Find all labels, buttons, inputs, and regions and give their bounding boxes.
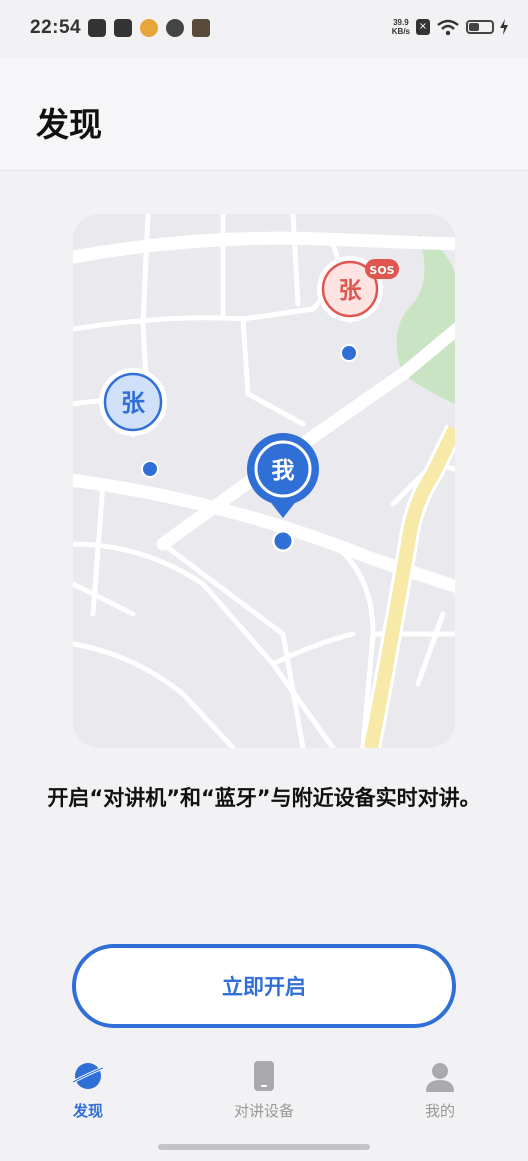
- location-dot: [342, 346, 356, 360]
- page-title: 发现: [36, 105, 102, 144]
- tab-me-label: 我的: [424, 1102, 455, 1120]
- weibo-app-icon: [140, 19, 158, 37]
- cat-app-icon: [166, 19, 184, 37]
- status-time: 22:54: [30, 17, 82, 38]
- self-marker-label: 我: [272, 458, 295, 484]
- enable-now-button[interactable]: 立即开启: [72, 944, 456, 1028]
- battery-icon: [466, 20, 494, 34]
- photo-app-icon: [192, 19, 210, 37]
- bottom-tab-bar: 发现 对讲设备 我的: [0, 1050, 528, 1140]
- tab-devices[interactable]: 对讲设备: [204, 1058, 324, 1121]
- notification-icons: [88, 19, 210, 37]
- mail-app-icon: [114, 19, 132, 37]
- page-header: 发现: [0, 58, 528, 171]
- network-speed-value: 39.9: [393, 18, 409, 27]
- map-svg: 张 张 SOS 我: [73, 214, 455, 748]
- planet-icon: [72, 1063, 104, 1089]
- tv-app-icon: [88, 19, 106, 37]
- location-dot: [143, 462, 157, 476]
- charging-icon: [500, 19, 508, 35]
- tab-me[interactable]: 我的: [380, 1058, 500, 1121]
- contact-marker-label: 张: [121, 389, 146, 417]
- sos-contact-marker-label: 张: [339, 278, 363, 304]
- tab-discover-label: 发现: [72, 1102, 103, 1120]
- person-icon: [426, 1063, 454, 1092]
- battery-level: [469, 23, 479, 31]
- description-text: 开启“对讲机”和“蓝牙”与附近设备实时对讲。: [47, 786, 481, 810]
- tab-devices-label: 对讲设备: [233, 1102, 294, 1120]
- location-dot: [274, 532, 292, 550]
- network-speed-unit: KB/s: [391, 27, 410, 36]
- sos-badge-text: SOS: [369, 264, 394, 277]
- no-sim-icon: ×: [416, 19, 430, 35]
- system-icons: 39.9 KB/s ×: [392, 18, 508, 36]
- status-bar: 22:54 39.9 KB/s ×: [0, 0, 528, 58]
- enable-now-button-label: 立即开启: [222, 975, 306, 999]
- map-illustration: 张 张 SOS 我: [73, 214, 455, 748]
- wifi-icon: [437, 19, 459, 36]
- home-indicator[interactable]: [158, 1144, 370, 1150]
- tab-discover[interactable]: 发现: [28, 1058, 148, 1121]
- device-icon: [254, 1061, 274, 1091]
- network-speed: 39.9 KB/s: [392, 18, 410, 36]
